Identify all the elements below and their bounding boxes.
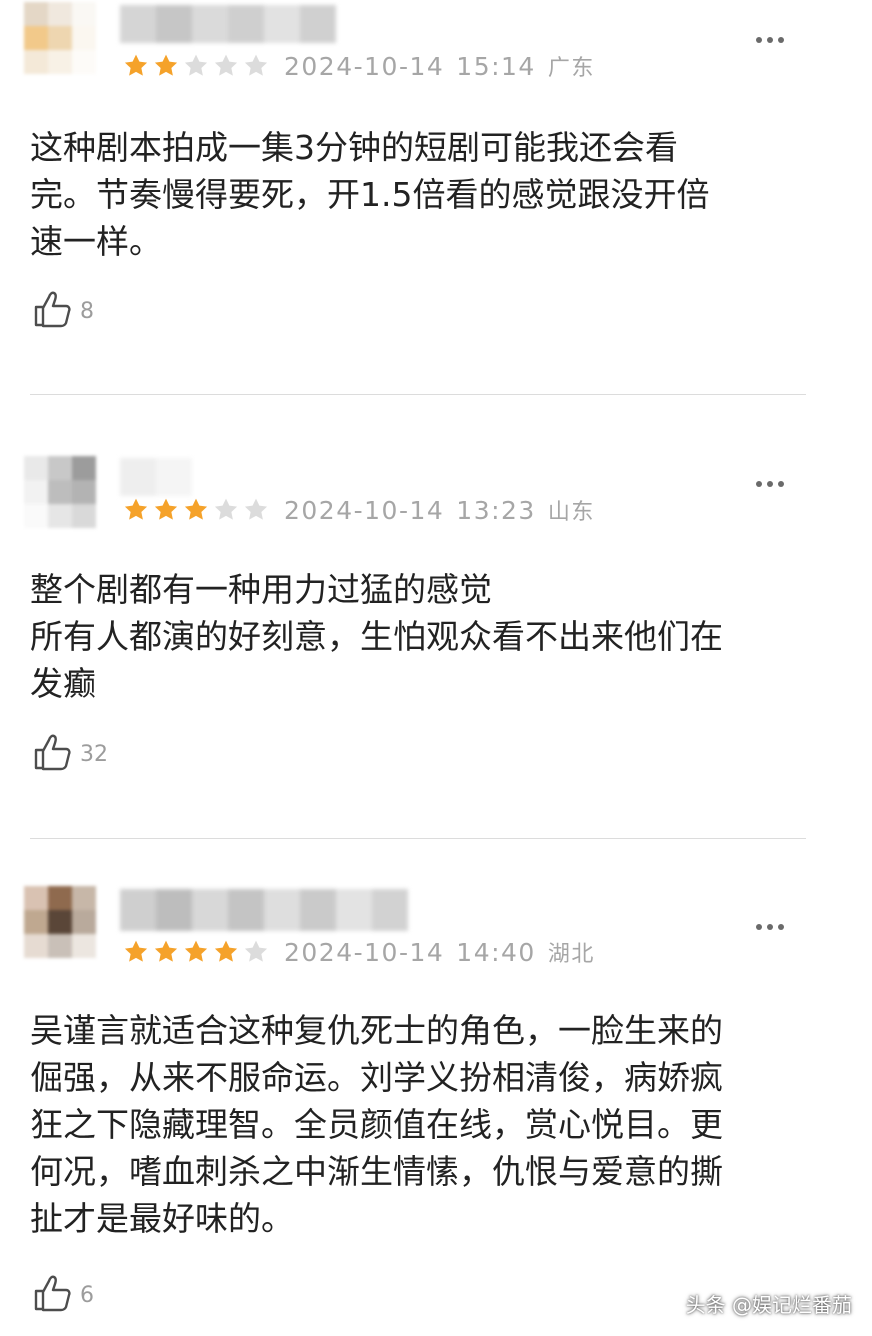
like-count: 32 xyxy=(80,741,108,767)
review-content: 这种剧本拍成一集3分钟的短剧可能我还会看 完。节奏慢得要死，开1.5倍看的感觉跟… xyxy=(30,124,820,265)
avatar[interactable] xyxy=(24,886,96,958)
star-empty-icon xyxy=(244,940,268,962)
review-text-line: 狂之下隐藏理智。全员颜值在线，赏心悦目。更 xyxy=(30,1105,723,1144)
review-text-line: 扯才是最好味的。 xyxy=(30,1199,294,1238)
more-dots-icon[interactable] xyxy=(756,481,784,487)
review-meta: 2024-10-14 13:23 山东 xyxy=(284,494,595,526)
review-date: 2024-10-14 xyxy=(284,52,445,81)
username[interactable] xyxy=(120,458,192,496)
thumbs-up-icon xyxy=(32,288,74,334)
thumbs-up-icon xyxy=(32,1272,74,1318)
review-region: 山东 xyxy=(547,500,595,525)
review-meta: 2024-10-14 14:40 湖北 xyxy=(284,936,595,968)
more-dots-icon[interactable] xyxy=(756,924,784,930)
review-text-line: 整个剧都有一种用力过猛的感觉 xyxy=(30,570,492,609)
review-date: 2024-10-14 xyxy=(284,938,445,967)
review-meta: 2024-10-14 15:14 广东 xyxy=(284,50,595,82)
star-empty-icon xyxy=(214,54,238,76)
like-count: 8 xyxy=(80,298,94,324)
star-filled-icon xyxy=(214,940,238,962)
review-text-line: 速一样。 xyxy=(30,222,162,261)
like-button[interactable]: 8 xyxy=(32,288,94,334)
star-empty-icon xyxy=(214,498,238,520)
review-text-line: 吴谨言就适合这种复仇死士的角色，一脸生来的 xyxy=(30,1011,723,1050)
thumbs-up-icon xyxy=(32,731,74,777)
review-text-line: 何况，嗜血刺杀之中渐生情愫，仇恨与爱意的撕 xyxy=(30,1152,723,1191)
review-text-line: 倔强，从来不服命运。刘学义扮相清俊，病娇疯 xyxy=(30,1058,723,1097)
star-filled-icon xyxy=(154,940,178,962)
more-dots-icon[interactable] xyxy=(756,37,784,43)
review-time: 15:14 xyxy=(456,52,536,81)
avatar[interactable] xyxy=(24,456,96,528)
review-time: 13:23 xyxy=(456,496,536,525)
star-filled-icon xyxy=(124,498,148,520)
star-empty-icon xyxy=(244,498,268,520)
review-date: 2024-10-14 xyxy=(284,496,445,525)
review-text-line: 所有人都演的好刻意，生怕观众看不出来他们在 xyxy=(30,617,723,656)
rating-stars xyxy=(122,938,270,966)
username[interactable] xyxy=(120,889,408,931)
star-filled-icon xyxy=(154,54,178,76)
divider xyxy=(30,394,806,395)
star-filled-icon xyxy=(184,498,208,520)
divider xyxy=(30,838,806,839)
review-time: 14:40 xyxy=(456,938,536,967)
star-filled-icon xyxy=(124,940,148,962)
like-button[interactable]: 32 xyxy=(32,731,108,777)
rating-stars xyxy=(122,52,270,80)
star-filled-icon xyxy=(154,498,178,520)
username[interactable] xyxy=(120,5,336,43)
review-text-line: 这种剧本拍成一集3分钟的短剧可能我还会看 xyxy=(30,128,678,167)
avatar[interactable] xyxy=(24,2,96,74)
star-filled-icon xyxy=(124,54,148,76)
rating-stars xyxy=(122,496,270,524)
review-content: 整个剧都有一种用力过猛的感觉 所有人都演的好刻意，生怕观众看不出来他们在 发癫 xyxy=(30,566,820,707)
review-content: 吴谨言就适合这种复仇死士的角色，一脸生来的 倔强，从来不服命运。刘学义扮相清俊，… xyxy=(30,1007,820,1242)
review-text-line: 完。节奏慢得要死，开1.5倍看的感觉跟没开倍 xyxy=(30,175,710,214)
review-text-line: 发癫 xyxy=(30,664,96,703)
review-region: 湖北 xyxy=(547,942,595,967)
like-count: 6 xyxy=(80,1282,94,1308)
review-region: 广东 xyxy=(547,56,595,81)
star-filled-icon xyxy=(184,940,208,962)
star-empty-icon xyxy=(244,54,268,76)
like-button[interactable]: 6 xyxy=(32,1272,94,1318)
star-empty-icon xyxy=(184,54,208,76)
watermark: 头条 @娱记烂番茄 xyxy=(685,1293,852,1317)
